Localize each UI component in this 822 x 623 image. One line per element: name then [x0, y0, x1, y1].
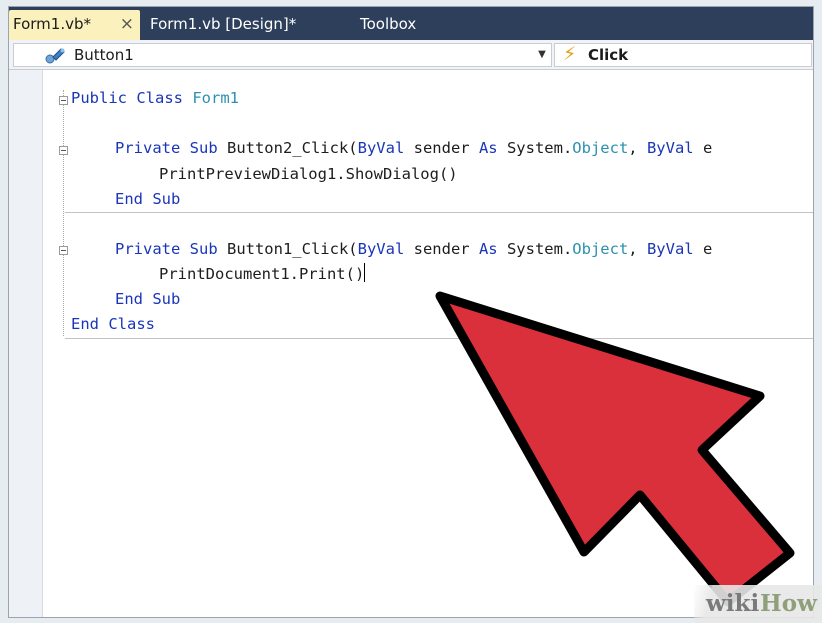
text-caret [364, 263, 366, 282]
tab-label: Toolbox [360, 15, 417, 33]
outline-guide [63, 90, 64, 336]
code-line-class-decl: Public Class Form1 [71, 89, 239, 107]
code-line-end-class: End Class [71, 315, 155, 333]
class-name-dropdown[interactable]: Button1 ▼ [13, 43, 552, 67]
tab-form1-vb[interactable]: Form1.vb* × [9, 10, 140, 40]
method-separator [65, 212, 813, 213]
editor-margin [9, 70, 43, 617]
class-icon [45, 48, 65, 64]
document-tab-strip: Form1.vb* × Form1.vb [Design]* Toolbox [9, 7, 813, 40]
code-line-end-sub: End Sub [115, 290, 181, 308]
tab-label: Form1.vb* [13, 15, 91, 33]
navigation-bar: Button1 ▼ ⚡ Click [9, 40, 813, 70]
code-line-show-dialog: PrintPreviewDialog1.ShowDialog() [159, 165, 458, 183]
tab-toolbox[interactable]: Toolbox [354, 10, 444, 40]
watermark-wiki-text: wiki [706, 590, 760, 617]
method-name-dropdown[interactable]: ⚡ Click [554, 43, 812, 67]
tab-form1-design[interactable]: Form1.vb [Design]* [144, 10, 314, 40]
tab-label: Form1.vb [Design]* [150, 15, 297, 33]
code-line-end-sub: End Sub [115, 190, 181, 208]
ide-window: Form1.vb* × Form1.vb [Design]* Toolbox B… [8, 6, 814, 618]
code-line-print: PrintDocument1.Print() [159, 263, 366, 283]
method-separator [65, 338, 813, 339]
close-icon[interactable]: × [120, 10, 134, 38]
code-line-button1-sub: Private Sub Button1_Click(ByVal sender A… [115, 240, 713, 258]
collapse-toggle-icon[interactable] [59, 246, 68, 255]
collapse-toggle-icon[interactable] [59, 96, 68, 105]
code-line-button2-sub: Private Sub Button2_Click(ByVal sender A… [115, 139, 713, 157]
watermark-how-text: How [760, 590, 817, 617]
collapse-toggle-icon[interactable] [59, 146, 68, 155]
code-editor[interactable]: Public Class Form1 Private Sub Button2_C… [9, 70, 813, 617]
method-name-label: Click [588, 46, 629, 64]
class-name-label: Button1 [74, 46, 134, 64]
lightning-icon: ⚡ [563, 43, 577, 65]
chevron-down-icon[interactable]: ▼ [535, 44, 549, 66]
wikihow-watermark: wiki How [694, 585, 822, 623]
